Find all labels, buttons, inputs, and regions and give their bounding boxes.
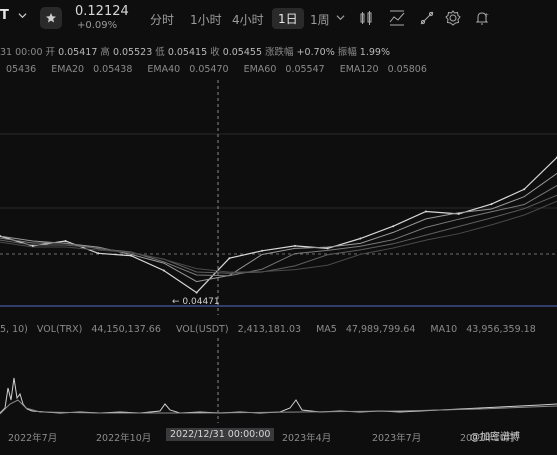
ema-item: 05436 xyxy=(0,64,42,75)
vol-trx: VOL(TRX) 44,150,137.66 xyxy=(36,324,161,335)
drawing-tool-icon[interactable] xyxy=(419,10,435,26)
tab-timeframe-intraday[interactable]: 分时 xyxy=(150,11,174,28)
price-point xyxy=(392,225,395,228)
ema-value: 0.05438 xyxy=(93,64,133,75)
chevron-down-icon[interactable] xyxy=(18,11,27,20)
ema-line xyxy=(0,172,557,283)
price-point xyxy=(523,188,526,191)
candle-time: 31 00:00 xyxy=(0,47,43,58)
price-point xyxy=(424,210,427,213)
symbol-label[interactable]: T xyxy=(0,8,9,23)
vol-ma10: MA10 43,956,359.18 xyxy=(430,324,536,335)
amplitude-label: 振幅 xyxy=(337,47,357,58)
low-value: 0.05415 xyxy=(167,47,208,58)
last-price: 0.12124 xyxy=(75,4,129,19)
price-point xyxy=(326,247,329,250)
tab-timeframe-1h[interactable]: 1小时 xyxy=(190,11,222,28)
open-value: 0.05417 xyxy=(58,47,98,58)
ema-value: 0.05470 xyxy=(189,64,229,75)
price-alert-bell-icon[interactable]: + xyxy=(474,10,490,26)
high-value: 0.05523 xyxy=(112,47,153,58)
volume-params: 5, 10) xyxy=(0,324,28,335)
axis-tick: 2022年10月 xyxy=(96,433,152,444)
price-line xyxy=(0,156,557,294)
favorite-star-button[interactable] xyxy=(40,7,62,29)
price-point xyxy=(97,252,100,255)
tab-timeframe-1d[interactable]: 1日 xyxy=(272,8,304,29)
price-point xyxy=(162,269,165,272)
axis-tick: 2023年4月 xyxy=(282,433,332,444)
crosshair-time-label: 2022/12/31 00:00:00 xyxy=(166,428,275,441)
amplitude-value: 1.99% xyxy=(359,47,390,58)
high-label: 高 xyxy=(100,47,110,58)
close-value: 0.05455 xyxy=(222,47,262,58)
vol-usdt: VOL(USDT) 2,413,181.03 xyxy=(175,324,302,335)
star-icon xyxy=(46,13,56,23)
price-point xyxy=(130,254,133,257)
axis-tick: 2023年7月 xyxy=(372,433,422,444)
price-point xyxy=(261,249,264,252)
ema-value: 0.05806 xyxy=(387,64,427,75)
ema-item: EMA20 0.05438 xyxy=(51,64,133,75)
ema-item: EMA40 0.05470 xyxy=(147,64,229,75)
candle-style-icon[interactable] xyxy=(358,10,374,26)
change-value: +0.70% xyxy=(296,47,335,58)
chevron-down-icon[interactable] xyxy=(336,13,345,22)
open-label: 开 xyxy=(45,47,56,58)
watermark: @加密谱博 xyxy=(470,432,520,443)
price-point xyxy=(195,291,198,294)
tab-timeframe-4h[interactable]: 4小时 xyxy=(232,11,264,28)
price-series xyxy=(0,156,557,294)
price-point xyxy=(293,244,296,247)
close-label: 收 xyxy=(210,47,220,58)
price-point xyxy=(457,212,460,215)
ema-item: EMA120 0.05806 xyxy=(339,64,427,75)
top-toolbar: T 0.12124 +0.09% 分时 1小时 4小时 1日 1周 + xyxy=(0,0,557,36)
ohlc-info-row: 31 00:00 开 0.05417 高 0.05523 低 0.05415 收… xyxy=(0,44,390,58)
svg-text:+: + xyxy=(484,12,489,19)
tab-timeframe-1w[interactable]: 1周 xyxy=(310,11,330,28)
price-point xyxy=(64,240,67,242)
low-label: 低 xyxy=(155,47,165,58)
low-price-marker: ← 0.04471 xyxy=(172,297,220,307)
volume-chart[interactable] xyxy=(0,338,557,423)
vol-ma5: MA5 47,989,799.64 xyxy=(316,324,416,335)
price-point xyxy=(490,203,493,206)
change-label: 涨跌幅 xyxy=(265,47,294,58)
ema-legend-row: 05436 EMA20 0.05438 EMA40 0.05470 EMA60 … xyxy=(0,64,439,75)
price-change: +0.09% xyxy=(77,20,118,31)
price-point xyxy=(228,257,231,260)
price-point xyxy=(359,237,362,240)
ema-line xyxy=(0,185,557,277)
axis-tick: 2022年7月 xyxy=(8,433,58,444)
indicator-icon[interactable] xyxy=(389,10,405,26)
volume-legend-row: 5, 10) VOL(TRX) 44,150,137.66 VOL(USDT) … xyxy=(0,324,548,335)
price-point xyxy=(31,244,34,247)
settings-gear-icon[interactable] xyxy=(445,10,461,26)
ema-item: EMA60 0.05547 xyxy=(243,64,325,75)
volume-line xyxy=(0,377,557,414)
ema-value: 05436 xyxy=(6,64,37,75)
ema-value: 0.05547 xyxy=(285,64,325,75)
price-chart[interactable] xyxy=(0,80,557,315)
